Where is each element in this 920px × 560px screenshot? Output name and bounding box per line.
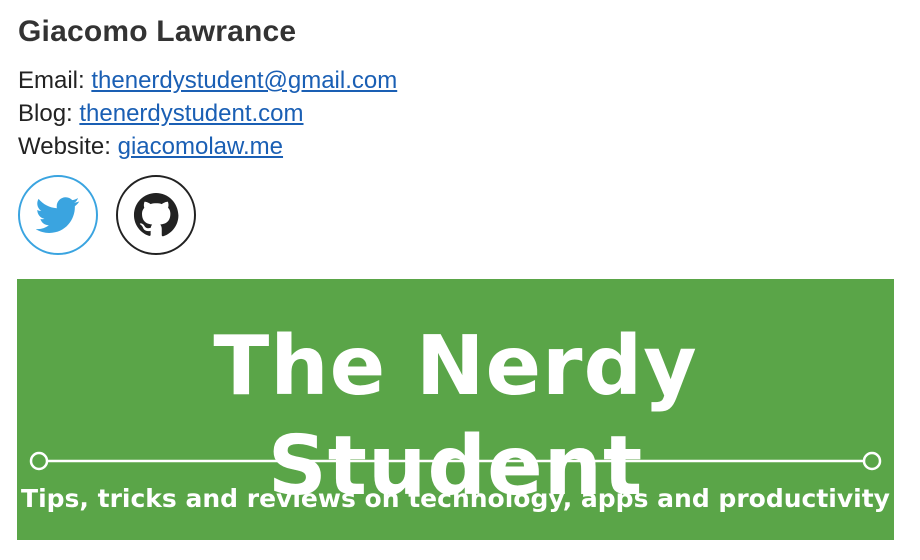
signature-name: Giacomo Lawrance [18, 15, 297, 48]
github-icon [133, 192, 179, 237]
contact-row-blog: Blog: thenerdystudent.com [18, 97, 898, 130]
blog-label: Blog: [18, 100, 73, 127]
contact-row-email: Email: thenerdystudent@gmail.com [18, 64, 898, 97]
website-label: Website: [18, 133, 111, 160]
contact-details: Email: thenerdystudent@gmail.com Blog: t… [18, 64, 898, 163]
blog-banner[interactable]: The Nerdy Student Tips, tricks and revie… [17, 279, 894, 540]
contact-row-website: Website: giacomolaw.me [18, 130, 898, 163]
email-label: Email: [18, 67, 85, 94]
banner-tagline: Tips, tricks and reviews on technology, … [21, 484, 890, 513]
banner-divider [29, 451, 882, 471]
email-link[interactable]: thenerdystudent@gmail.com [91, 67, 397, 94]
website-link[interactable]: giacomolaw.me [118, 133, 283, 160]
twitter-button[interactable] [18, 175, 98, 255]
social-links [18, 175, 898, 255]
email-signature: Giacomo Lawrance Email: thenerdystudent@… [18, 14, 898, 255]
twitter-icon [36, 197, 80, 233]
blog-link[interactable]: thenerdystudent.com [79, 100, 303, 127]
github-button[interactable] [116, 175, 196, 255]
